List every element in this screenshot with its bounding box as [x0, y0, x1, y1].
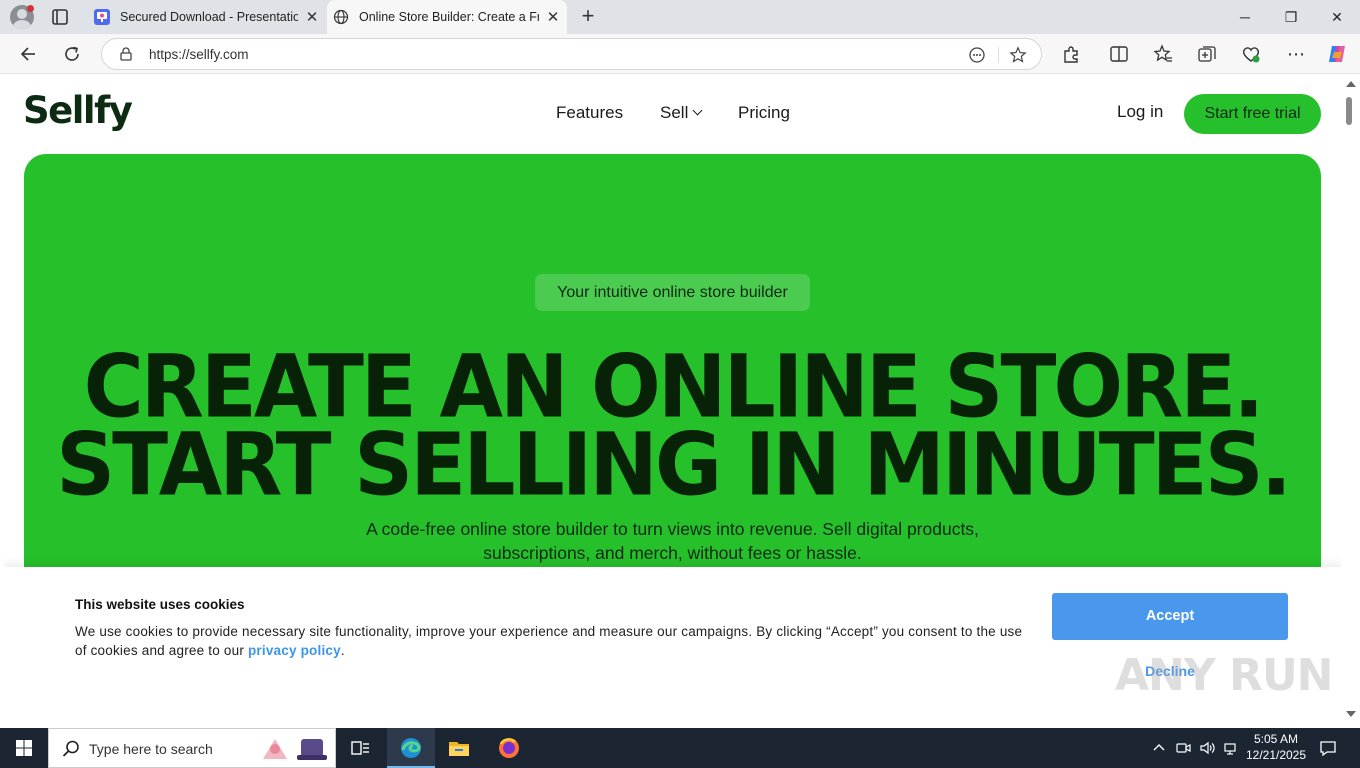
search-placeholder: Type here to search	[89, 741, 213, 757]
system-clock[interactable]: 5:05 AM 12/21/2025	[1240, 731, 1312, 763]
split-screen-icon[interactable]	[1108, 43, 1130, 65]
close-window-button[interactable]: ✕	[1314, 0, 1360, 34]
favorites-icon[interactable]	[1152, 43, 1174, 65]
windows-start-icon[interactable]	[0, 728, 48, 768]
scroll-down-arrow-icon[interactable]	[1346, 711, 1356, 717]
scroll-thumb[interactable]	[1346, 97, 1352, 125]
address-bar[interactable]: https://sellfy.com	[101, 38, 1042, 70]
tab-close-icon[interactable]: ✕	[539, 8, 567, 26]
browser-toolbar: https://sellfy.com ⋯	[0, 34, 1360, 74]
firefox-icon[interactable]	[497, 736, 521, 760]
tab-title: Secured Download - Presentation	[120, 10, 298, 24]
copilot-icon[interactable]	[1326, 43, 1348, 65]
site-header: Sellfy Features Sell Pricing Log in Star…	[3, 75, 1342, 153]
settings-more-icon[interactable]: ⋯	[1282, 40, 1310, 68]
chevron-down-icon	[692, 105, 703, 116]
hero-headline-line2: START SELLING IN MINUTES.	[56, 415, 1292, 516]
collections-icon[interactable]	[1196, 43, 1218, 65]
globe-icon	[333, 9, 349, 25]
tab-title: Online Store Builder: Create a Free	[359, 10, 539, 24]
tab-secured-download[interactable]: Secured Download - Presentation ✕	[88, 0, 326, 34]
network-icon[interactable]	[1222, 740, 1238, 756]
read-aloud-icon[interactable]	[968, 46, 986, 64]
hero-subtext: A code-free online store builder to turn…	[366, 519, 979, 563]
profile-notification-dot	[27, 5, 34, 12]
lock-icon[interactable]	[119, 47, 133, 61]
notification-center-icon[interactable]	[1318, 738, 1338, 758]
taskbar: Type here to search 5:05 AM 12/21/2025	[0, 728, 1360, 768]
hero-badge: Your intuitive online store builder	[535, 274, 810, 311]
minimize-button[interactable]: ─	[1222, 0, 1268, 34]
url-text[interactable]: https://sellfy.com	[149, 47, 249, 62]
start-free-trial-button[interactable]: Start free trial	[1184, 94, 1321, 134]
nav-pricing[interactable]: Pricing	[738, 103, 790, 123]
page-scrollbar[interactable]	[1342, 75, 1360, 723]
browser-essentials-icon[interactable]	[1240, 43, 1262, 65]
tab-strip: Secured Download - Presentation ✕ Online…	[0, 0, 1360, 34]
accept-cookies-button[interactable]: Accept	[1052, 593, 1288, 640]
clock-time: 5:05 AM	[1253, 732, 1299, 746]
show-hidden-icons-chevron-up-icon[interactable]	[1151, 740, 1167, 756]
search-highlight-decoration-icon	[263, 739, 327, 760]
scroll-up-arrow-icon[interactable]	[1346, 81, 1356, 87]
omnibox-divider	[998, 47, 999, 63]
refresh-button[interactable]	[58, 40, 86, 68]
privacy-policy-link[interactable]: privacy policy	[248, 643, 341, 658]
extensions-icon[interactable]	[1060, 43, 1082, 65]
edge-browser-icon[interactable]	[399, 736, 423, 760]
new-tab-button[interactable]: +	[576, 4, 600, 28]
nav-features[interactable]: Features	[556, 103, 623, 123]
tab-sellfy[interactable]: Online Store Builder: Create a Free ✕	[327, 0, 567, 34]
page-viewport: Sellfy Features Sell Pricing Log in Star…	[3, 75, 1342, 723]
nav-sell-label: Sell	[660, 103, 689, 122]
taskbar-search-box[interactable]: Type here to search	[48, 728, 336, 768]
presentation-icon	[94, 9, 110, 25]
login-link[interactable]: Log in	[1117, 102, 1163, 122]
clock-date: 12/21/2025	[1245, 748, 1307, 762]
cookie-text-end: .	[340, 643, 345, 658]
cookie-banner: This website uses cookies We use cookies…	[3, 567, 1342, 723]
cookie-text-body: We use cookies to provide necessary site…	[75, 624, 1023, 658]
favorite-star-icon[interactable]	[1009, 46, 1027, 64]
back-arrow-icon	[20, 47, 35, 61]
search-icon	[62, 740, 79, 757]
file-explorer-icon[interactable]	[447, 736, 471, 760]
restore-button[interactable]: ❐	[1268, 0, 1314, 34]
back-button[interactable]	[14, 40, 42, 68]
anyrun-watermark: ANY RUN	[1115, 650, 1333, 701]
tab-actions-icon[interactable]	[50, 7, 70, 27]
tab-close-icon[interactable]: ✕	[298, 8, 326, 26]
refresh-icon	[65, 46, 79, 61]
sellfy-logo[interactable]: Sellfy	[23, 89, 133, 132]
cookie-title: This website uses cookies	[75, 597, 245, 612]
task-view-icon[interactable]	[348, 736, 372, 760]
volume-icon[interactable]	[1199, 740, 1215, 756]
nav-sell[interactable]: Sell	[660, 103, 703, 123]
cookie-text: We use cookies to provide necessary site…	[75, 622, 1033, 660]
meet-now-icon[interactable]	[1175, 740, 1191, 756]
